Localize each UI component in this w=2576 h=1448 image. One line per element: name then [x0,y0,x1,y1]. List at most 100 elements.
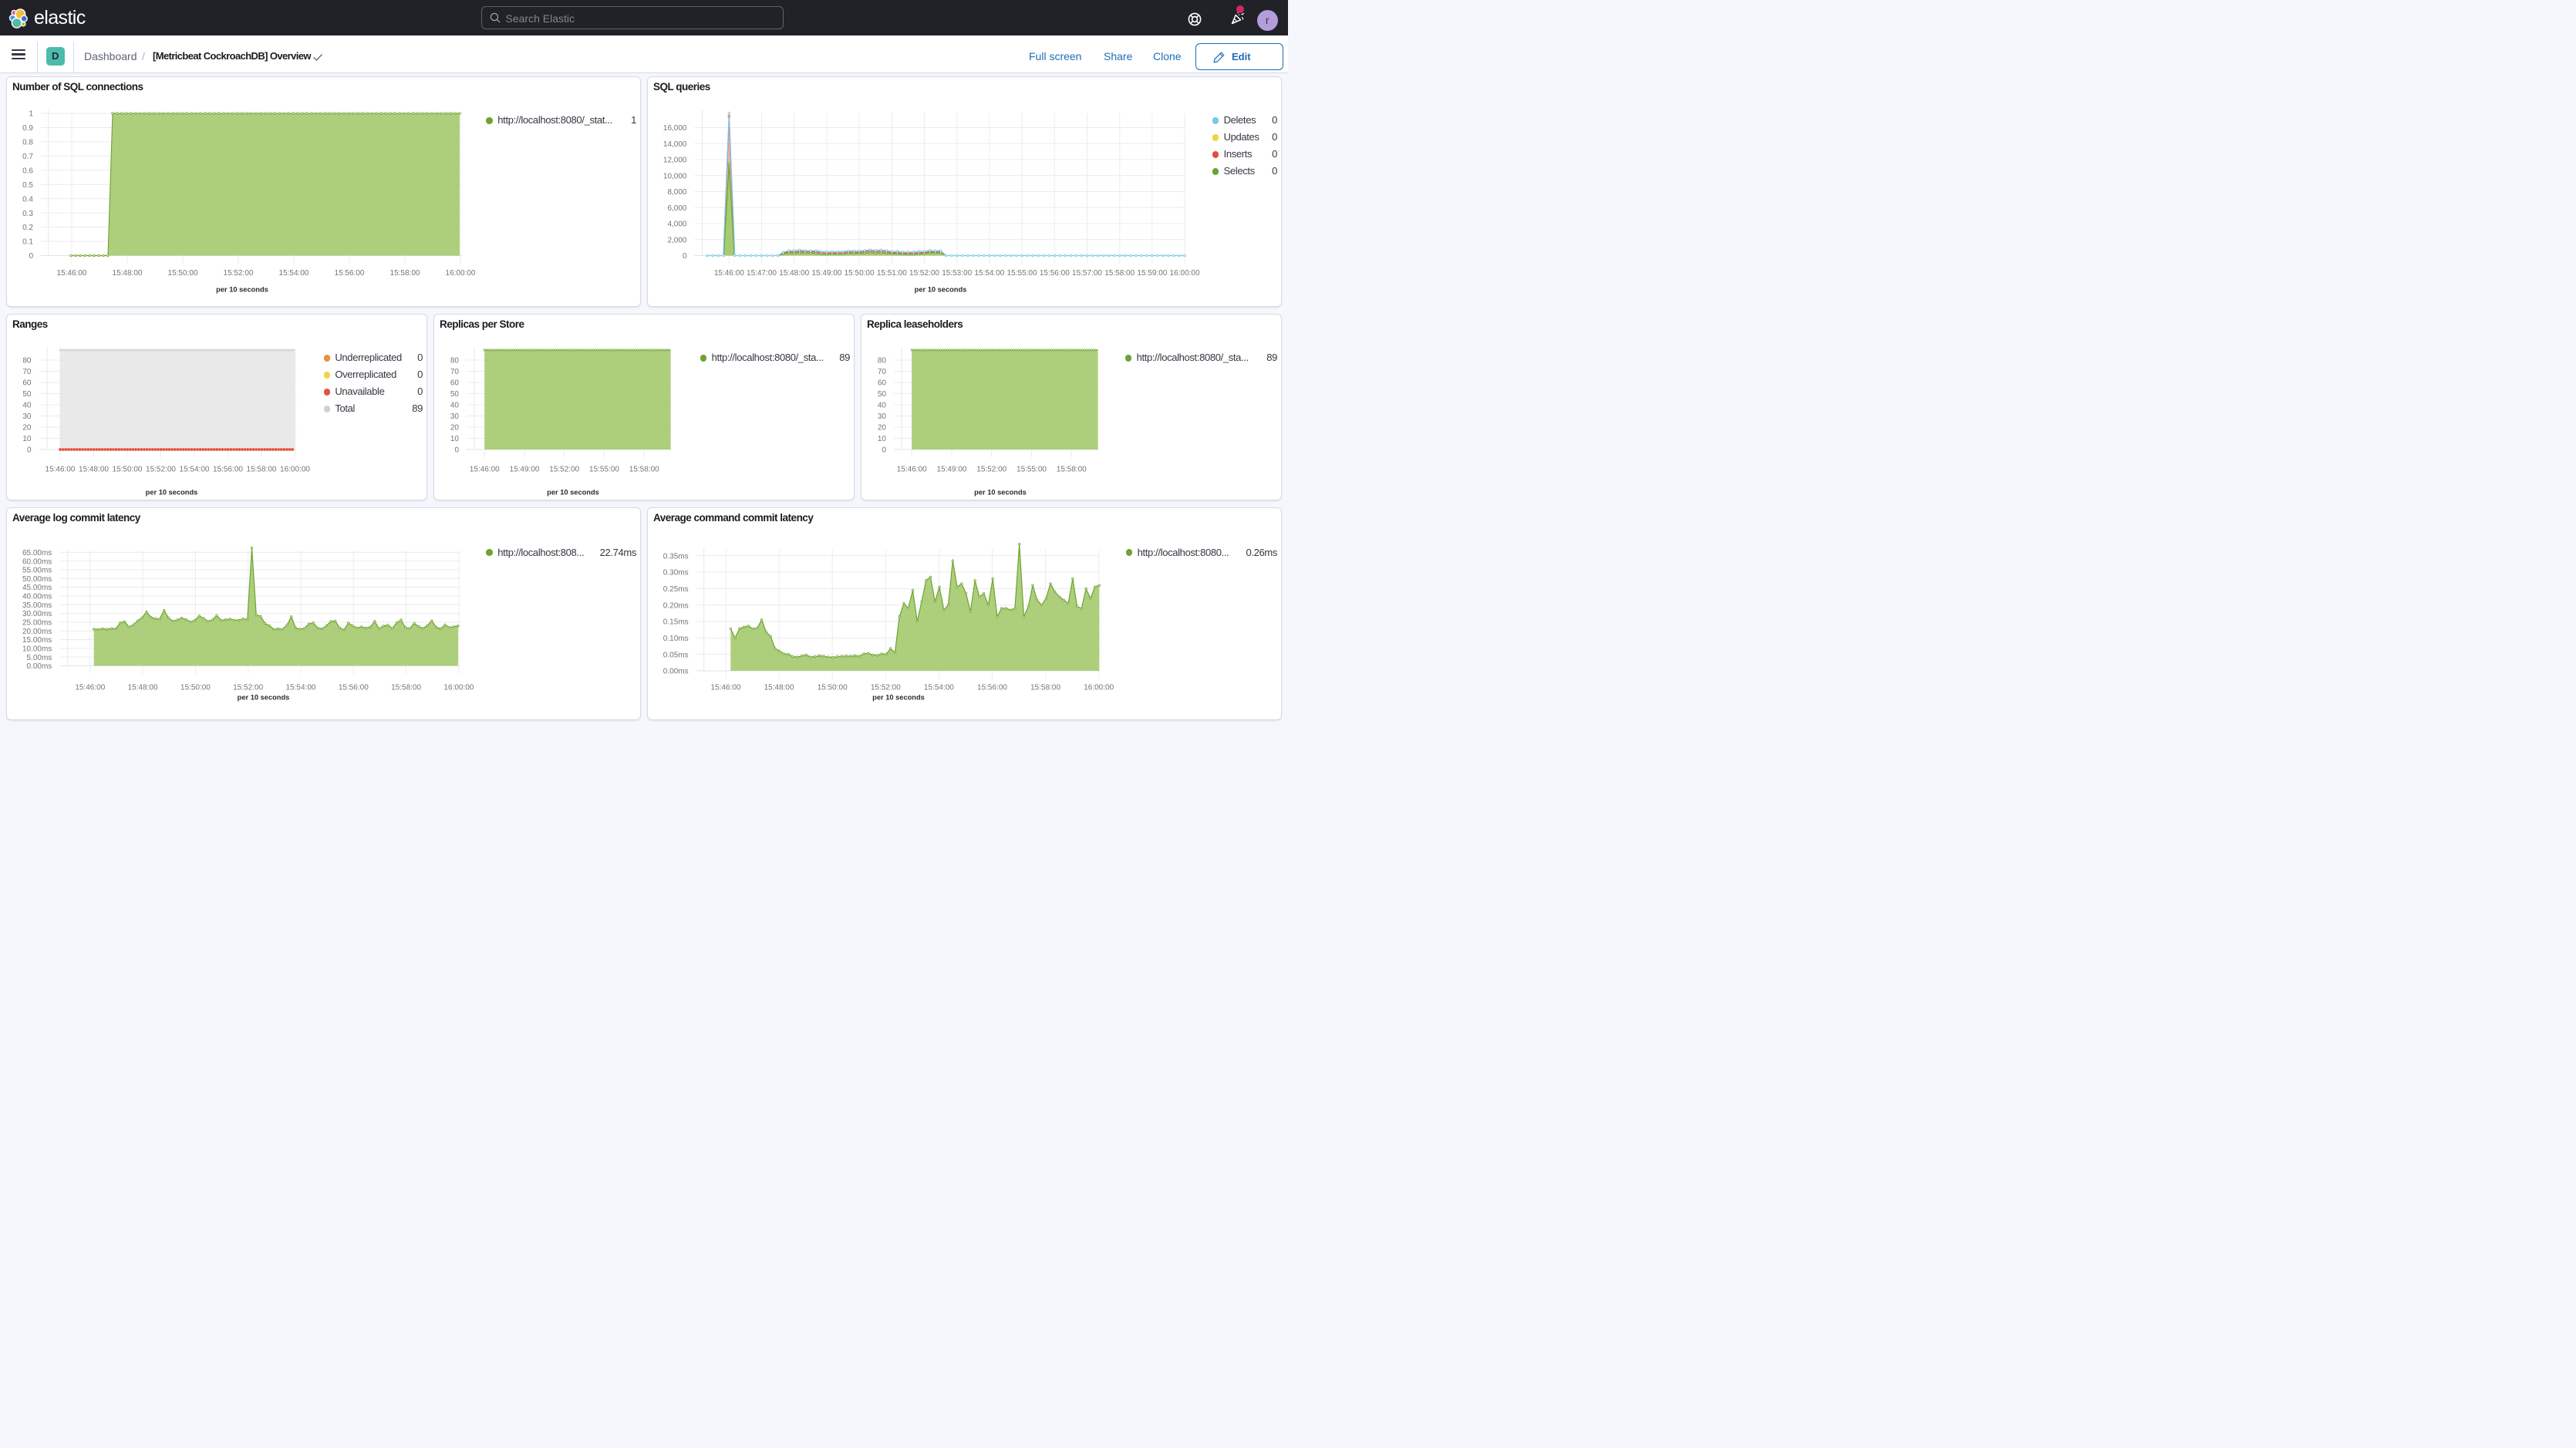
svg-text:15:48:00: 15:48:00 [128,684,158,692]
svg-text:0.00ms: 0.00ms [27,662,52,671]
svg-text:15:49:00: 15:49:00 [510,466,540,474]
svg-text:15:58:00: 15:58:00 [390,269,420,278]
svg-text:15:51:00: 15:51:00 [877,269,907,278]
svg-text:15:57:00: 15:57:00 [1072,269,1102,278]
svg-text:15:54:00: 15:54:00 [279,269,309,278]
svg-text:15:46:00: 15:46:00 [75,684,105,692]
svg-text:per 10 seconds: per 10 seconds [238,694,290,702]
svg-text:15:52:00: 15:52:00 [976,466,1006,474]
svg-text:25.00ms: 25.00ms [22,619,52,628]
svg-text:per 10 seconds: per 10 seconds [146,489,198,497]
svg-text:20.00ms: 20.00ms [22,628,52,636]
svg-text:15:46:00: 15:46:00 [897,466,927,474]
svg-text:0.20ms: 0.20ms [663,601,689,610]
svg-text:5.00ms: 5.00ms [27,654,52,662]
svg-text:per 10 seconds: per 10 seconds [547,489,599,497]
svg-text:15:50:00: 15:50:00 [818,684,848,692]
svg-text:15:50:00: 15:50:00 [180,684,211,692]
svg-text:30: 30 [450,413,460,421]
svg-text:0.00ms: 0.00ms [663,668,689,676]
svg-text:15:58:00: 15:58:00 [247,466,277,474]
svg-text:35.00ms: 35.00ms [22,601,52,610]
svg-text:0: 0 [29,252,33,261]
svg-text:15:46:00: 15:46:00 [711,684,741,692]
svg-text:0.30ms: 0.30ms [663,569,689,578]
svg-text:16:00:00: 16:00:00 [1170,269,1200,278]
svg-text:6,000: 6,000 [667,204,686,213]
svg-text:15:58:00: 15:58:00 [1030,684,1060,692]
svg-text:70: 70 [450,368,460,376]
svg-text:15:58:00: 15:58:00 [391,684,421,692]
svg-text:15:52:00: 15:52:00 [549,466,579,474]
svg-text:15:58:00: 15:58:00 [629,466,659,474]
svg-text:4,000: 4,000 [667,221,686,229]
svg-text:0.6: 0.6 [22,167,33,175]
svg-text:0.2: 0.2 [22,224,33,232]
svg-text:15:59:00: 15:59:00 [1137,269,1167,278]
svg-text:per 10 seconds: per 10 seconds [872,694,925,702]
svg-text:70: 70 [878,368,887,376]
svg-text:10: 10 [22,435,32,443]
svg-text:30: 30 [878,413,887,421]
svg-text:0.8: 0.8 [22,139,33,147]
svg-text:15:47:00: 15:47:00 [747,269,777,278]
svg-text:15:46:00: 15:46:00 [46,466,76,474]
svg-text:0.10ms: 0.10ms [663,635,689,643]
svg-text:2,000: 2,000 [667,236,686,244]
svg-text:40.00ms: 40.00ms [22,593,52,601]
svg-text:15:55:00: 15:55:00 [589,466,619,474]
svg-text:15:48:00: 15:48:00 [779,269,809,278]
svg-text:0.1: 0.1 [22,238,33,247]
svg-text:15:58:00: 15:58:00 [1104,269,1135,278]
svg-text:10.00ms: 10.00ms [22,645,52,653]
svg-text:30.00ms: 30.00ms [22,610,52,618]
svg-text:15:48:00: 15:48:00 [113,269,143,278]
svg-text:15:54:00: 15:54:00 [286,684,316,692]
svg-text:16:00:00: 16:00:00 [446,269,476,278]
svg-text:8,000: 8,000 [667,188,686,197]
svg-text:15:48:00: 15:48:00 [79,466,109,474]
svg-text:0: 0 [683,252,687,261]
svg-text:per 10 seconds: per 10 seconds [974,489,1027,497]
svg-text:0.05ms: 0.05ms [663,651,689,659]
svg-text:50.00ms: 50.00ms [22,575,52,584]
svg-text:40: 40 [450,402,460,410]
svg-text:15:52:00: 15:52:00 [909,269,939,278]
svg-text:15:55:00: 15:55:00 [1007,269,1037,278]
svg-text:20: 20 [878,424,887,433]
svg-text:0: 0 [454,446,459,455]
svg-text:15:52:00: 15:52:00 [233,684,263,692]
svg-text:0.7: 0.7 [22,153,33,161]
svg-text:10: 10 [450,435,460,443]
svg-text:15:49:00: 15:49:00 [811,269,841,278]
svg-text:15:58:00: 15:58:00 [1057,466,1087,474]
svg-text:15:46:00: 15:46:00 [57,269,87,278]
svg-text:50: 50 [878,390,887,399]
svg-text:50: 50 [450,390,460,399]
svg-text:0: 0 [882,446,886,455]
svg-text:15:46:00: 15:46:00 [470,466,500,474]
svg-text:0: 0 [27,446,32,455]
svg-text:0.4: 0.4 [22,195,33,204]
svg-text:15:50:00: 15:50:00 [845,269,875,278]
svg-text:15:50:00: 15:50:00 [168,269,198,278]
svg-text:60: 60 [878,379,887,388]
svg-text:0.15ms: 0.15ms [663,618,689,627]
svg-text:15:55:00: 15:55:00 [1017,466,1047,474]
svg-text:0.3: 0.3 [22,210,33,218]
svg-text:15:54:00: 15:54:00 [924,684,954,692]
svg-text:55.00ms: 55.00ms [22,567,52,575]
svg-text:15:48:00: 15:48:00 [764,684,794,692]
svg-text:10: 10 [878,435,887,443]
svg-text:15:46:00: 15:46:00 [714,269,744,278]
svg-text:16:00:00: 16:00:00 [280,466,310,474]
svg-text:15:52:00: 15:52:00 [146,466,176,474]
svg-text:15:53:00: 15:53:00 [942,269,972,278]
svg-text:16:00:00: 16:00:00 [1084,684,1114,692]
svg-text:15.00ms: 15.00ms [22,636,52,645]
svg-text:15:56:00: 15:56:00 [339,684,369,692]
svg-text:per 10 seconds: per 10 seconds [915,286,967,294]
svg-text:15:54:00: 15:54:00 [974,269,1004,278]
svg-text:45.00ms: 45.00ms [22,584,52,592]
svg-text:15:52:00: 15:52:00 [224,269,254,278]
